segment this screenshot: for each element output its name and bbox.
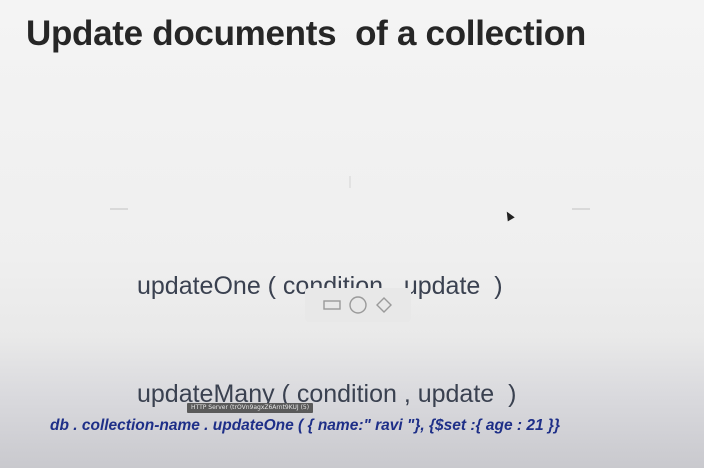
slide-title: Update documents of a collection	[26, 14, 586, 53]
ghost-right-arrow	[572, 208, 590, 210]
presentation-slide: Update documents of a collection updateO…	[0, 0, 704, 468]
shape-toolbar	[305, 288, 411, 322]
server-tooltip: HTTP Server (trOVn9agxZ6Arnt9KUJ (5)	[187, 403, 314, 413]
diamond-icon[interactable]	[373, 294, 395, 316]
rectangle-icon[interactable]	[321, 294, 343, 316]
ghost-guide-line	[349, 176, 351, 188]
ghost-left-arrow	[110, 208, 128, 210]
circle-icon[interactable]	[347, 294, 369, 316]
code-example: db . collection-name . updateOne ( { nam…	[50, 417, 560, 434]
